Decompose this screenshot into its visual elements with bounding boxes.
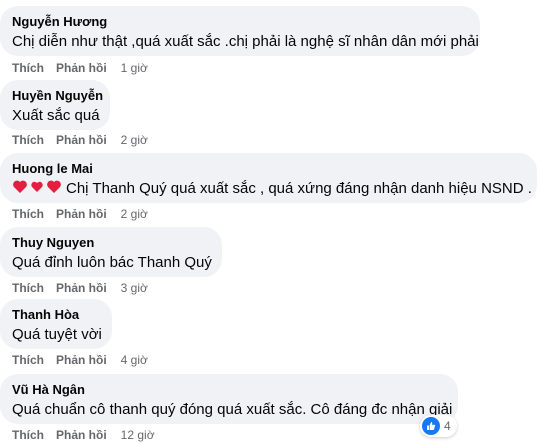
comment-text-row: Chị Thanh Quý quá xuất sắc , quá xứng đá…: [12, 179, 532, 201]
like-button[interactable]: Thích: [12, 280, 44, 296]
comment-bubble: Huyền Nguyễn Xuất sắc quá: [0, 80, 110, 130]
comment-text: Xuất sắc quá: [12, 107, 100, 124]
reaction-count: 4: [444, 419, 451, 433]
comment-author[interactable]: Vũ Hà Ngân: [12, 382, 446, 398]
comment-bubble: Huong le Mai Chị Thanh Quý quá xuất sắc …: [0, 153, 537, 203]
comment-time[interactable]: 2 giờ: [121, 206, 148, 222]
comment-author[interactable]: Huong le Mai: [12, 161, 525, 177]
reply-button[interactable]: Phản hồi: [56, 60, 107, 76]
comment-author[interactable]: Nguyễn Hương: [12, 14, 468, 30]
comment-time[interactable]: 4 giờ: [121, 352, 148, 368]
reply-button[interactable]: Phản hồi: [56, 206, 107, 222]
like-button[interactable]: Thích: [12, 427, 44, 443]
comment-time[interactable]: 1 giờ: [121, 60, 148, 76]
heart-icon: [31, 181, 43, 192]
comment-author[interactable]: Thanh Hòa: [12, 307, 100, 323]
reply-button[interactable]: Phản hồi: [56, 132, 107, 148]
comment-text: Quá tuyệt vời: [12, 326, 102, 343]
comment-author[interactable]: Thuy Nguyen: [12, 235, 210, 251]
comment-time[interactable]: 3 giờ: [121, 280, 148, 296]
like-button[interactable]: Thích: [12, 60, 44, 76]
comment-bubble: Thuy Nguyen Quá đỉnh luôn bác Thanh Quý: [0, 227, 222, 277]
reply-button[interactable]: Phản hồi: [56, 280, 107, 296]
heart-icon: [13, 180, 27, 193]
like-button[interactable]: Thích: [12, 206, 44, 222]
comment-bubble: Thanh Hòa Quá tuyệt vời: [0, 299, 112, 349]
comment-time[interactable]: 2 giờ: [121, 132, 148, 148]
reply-button[interactable]: Phản hồi: [56, 427, 107, 443]
like-button[interactable]: Thích: [12, 352, 44, 368]
comment-time[interactable]: 12 giờ: [121, 427, 155, 443]
reply-button[interactable]: Phản hồi: [56, 352, 107, 368]
comment-text: Chị Thanh Quý quá xuất sắc , quá xứng đá…: [66, 180, 532, 197]
comment-author[interactable]: Huyền Nguyễn: [12, 88, 103, 104]
comment-bubble: Vũ Hà Ngân Quá chuẩn cô thanh quý đóng q…: [0, 374, 458, 424]
comment-text: Quá đỉnh luôn bác Thanh Quý: [12, 254, 212, 271]
reaction-summary[interactable]: 4: [420, 415, 457, 437]
like-icon: [422, 417, 440, 435]
like-button[interactable]: Thích: [12, 132, 44, 148]
comment-text: Quá chuẩn cô thanh quý đóng quá xuất sắc…: [12, 401, 453, 418]
comment-bubble: Nguyễn Hương Chị diễn như thật ,quá xuất…: [0, 6, 480, 56]
heart-icon: [47, 180, 61, 193]
heart-icons: [12, 179, 64, 201]
comment-text: Chị diễn như thật ,quá xuất sắc .chị phả…: [12, 33, 479, 50]
